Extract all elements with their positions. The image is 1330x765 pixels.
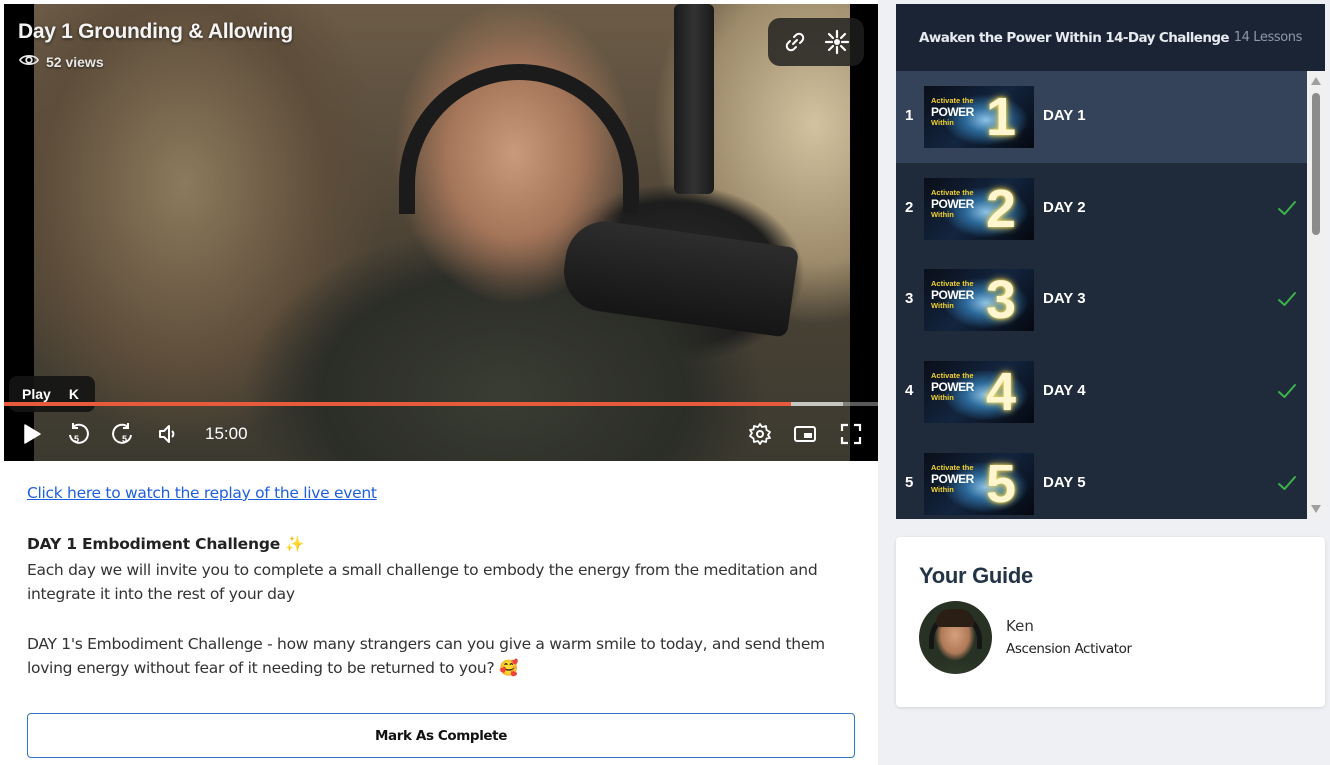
lesson-item-day-2[interactable]: 2 Activate the POWER Within 2 DAY 2 [896, 163, 1307, 255]
thumbnail-number: 4 [986, 362, 1017, 423]
thumbnail-number: 5 [986, 453, 1017, 514]
volume-icon[interactable] [150, 416, 186, 452]
lesson-label: DAY 4 [1043, 382, 1086, 400]
rewind-5-icon[interactable]: 5 [60, 416, 96, 452]
lesson-description: Click here to watch the replay of the li… [27, 484, 857, 680]
settings-icon[interactable] [742, 416, 778, 452]
lesson-thumbnail: Activate the POWER Within 2 [924, 177, 1034, 240]
lesson-list: 1 Activate the POWER Within 1 DAY 1 2 Ac… [896, 71, 1307, 519]
sparkle-icon[interactable] [821, 26, 853, 58]
svg-text:5: 5 [74, 434, 79, 444]
thumbnail-text-2: POWER [931, 196, 974, 211]
thumbnail-text-3: Within [931, 209, 954, 219]
lesson-number: 2 [905, 198, 914, 216]
lesson-item-day-3[interactable]: 3 Activate the POWER Within 3 DAY 3 [896, 254, 1307, 346]
progress-bar[interactable] [4, 402, 878, 406]
lesson-item-day-1[interactable]: 1 Activate the POWER Within 1 DAY 1 [896, 71, 1307, 163]
video-controls: 5 5 15:00 [4, 416, 878, 452]
scroll-up-arrow-icon[interactable] [1311, 77, 1321, 85]
link-icon[interactable] [779, 26, 811, 58]
pip-icon[interactable] [787, 416, 823, 452]
challenge-paragraph-1: Each day we will invite you to complete … [27, 561, 818, 603]
play-tooltip: Play K [9, 376, 95, 412]
thumbnail-text-3: Within [931, 118, 954, 127]
lesson-panel: Awaken the Power Within 14-Day Challenge… [896, 4, 1325, 519]
lesson-count: 14 Lessons [1233, 30, 1303, 45]
lesson-item-day-4[interactable]: 4 Activate the POWER Within 4 DAY 4 [896, 346, 1307, 438]
view-count-label: 52 views [46, 53, 104, 70]
thumbnail-text-2: POWER [931, 105, 974, 119]
video-player[interactable]: Day 1 Grounding & Allowing 52 views Play… [4, 4, 878, 461]
thumbnail-text-3: Within [931, 301, 954, 311]
thumbnail-number: 1 [986, 87, 1017, 147]
check-icon [1276, 472, 1298, 494]
scroll-thumb[interactable] [1312, 93, 1320, 235]
thumbnail-text-2: POWER [931, 288, 974, 303]
lesson-thumbnail: Activate the POWER Within 4 [924, 361, 1034, 424]
thumbnail-text-1: Activate the [931, 371, 974, 381]
avatar-hair-shape [936, 609, 974, 627]
lesson-number: 3 [905, 290, 914, 308]
tooltip-shortcut: K [68, 386, 79, 402]
video-time: 15:00 [205, 424, 248, 443]
course-title: Awaken the Power Within 14-Day Challenge [919, 29, 1230, 46]
guide-card: Your Guide Ken Ascension Activator [896, 537, 1325, 707]
lesson-number: 5 [905, 473, 914, 491]
thumbnail-number: 2 [986, 178, 1017, 239]
video-frame[interactable] [34, 4, 850, 461]
fullscreen-icon[interactable] [833, 416, 869, 452]
avatar [919, 601, 992, 674]
thumbnail-text-1: Activate the [931, 96, 974, 105]
view-count: 52 views [18, 53, 104, 70]
guide-name: Ken [1006, 617, 1034, 635]
progress-played [4, 402, 792, 406]
lesson-item-day-5[interactable]: 5 Activate the POWER Within 5 DAY 5 [896, 438, 1307, 519]
check-icon [1276, 197, 1298, 219]
page: Day 1 Grounding & Allowing 52 views Play… [0, 0, 1330, 765]
lesson-number: 4 [905, 382, 914, 400]
mark-complete-button[interactable]: Mark As Complete [27, 713, 855, 758]
video-mic-arm-shape [674, 4, 714, 194]
lesson-number: 1 [905, 107, 914, 124]
thumbnail-text-3: Within [931, 393, 954, 403]
guide-heading: Your Guide [919, 563, 1033, 588]
replay-link[interactable]: Click here to watch the replay of the li… [27, 484, 857, 502]
thumbnail-text-1: Activate the [931, 279, 974, 289]
play-icon[interactable] [14, 416, 50, 452]
lesson-thumbnail: Activate the POWER Within 1 [924, 86, 1034, 148]
scroll-down-arrow-icon[interactable] [1311, 505, 1321, 513]
lesson-list-scrollbar[interactable] [1307, 71, 1325, 519]
lesson-thumbnail: Activate the POWER Within 3 [924, 269, 1034, 332]
lesson-thumbnail: Activate the POWER Within 5 [924, 452, 1034, 515]
thumbnail-number: 3 [986, 270, 1017, 331]
video-top-actions [768, 18, 864, 66]
lesson-label: DAY 3 [1043, 290, 1086, 308]
svg-text:5: 5 [122, 434, 127, 444]
lesson-label: DAY 2 [1043, 198, 1086, 216]
challenge-paragraph-2: DAY 1's Embodiment Challenge - how many … [27, 635, 825, 677]
guide-role: Ascension Activator [1006, 641, 1132, 657]
check-icon [1276, 380, 1298, 402]
thumbnail-text-3: Within [931, 484, 954, 494]
challenge-title: DAY 1 Embodiment Challenge ✨ [27, 535, 305, 553]
video-mic-shape [558, 216, 800, 338]
eye-icon [18, 53, 40, 70]
main-content: Day 1 Grounding & Allowing 52 views Play… [0, 0, 878, 765]
lesson-label: DAY 1 [1043, 107, 1086, 124]
thumbnail-text-1: Activate the [931, 187, 974, 197]
thumbnail-text-1: Activate the [931, 462, 974, 472]
check-icon [1276, 288, 1298, 310]
thumbnail-text-2: POWER [931, 380, 974, 395]
forward-5-icon[interactable]: 5 [105, 416, 141, 452]
video-title: Day 1 Grounding & Allowing [18, 20, 293, 43]
course-header: Awaken the Power Within 14-Day Challenge… [896, 4, 1325, 71]
thumbnail-text-2: POWER [931, 471, 974, 486]
video-headphones-shape [399, 64, 639, 214]
tooltip-label: Play [22, 386, 51, 402]
lesson-label: DAY 5 [1043, 473, 1086, 491]
